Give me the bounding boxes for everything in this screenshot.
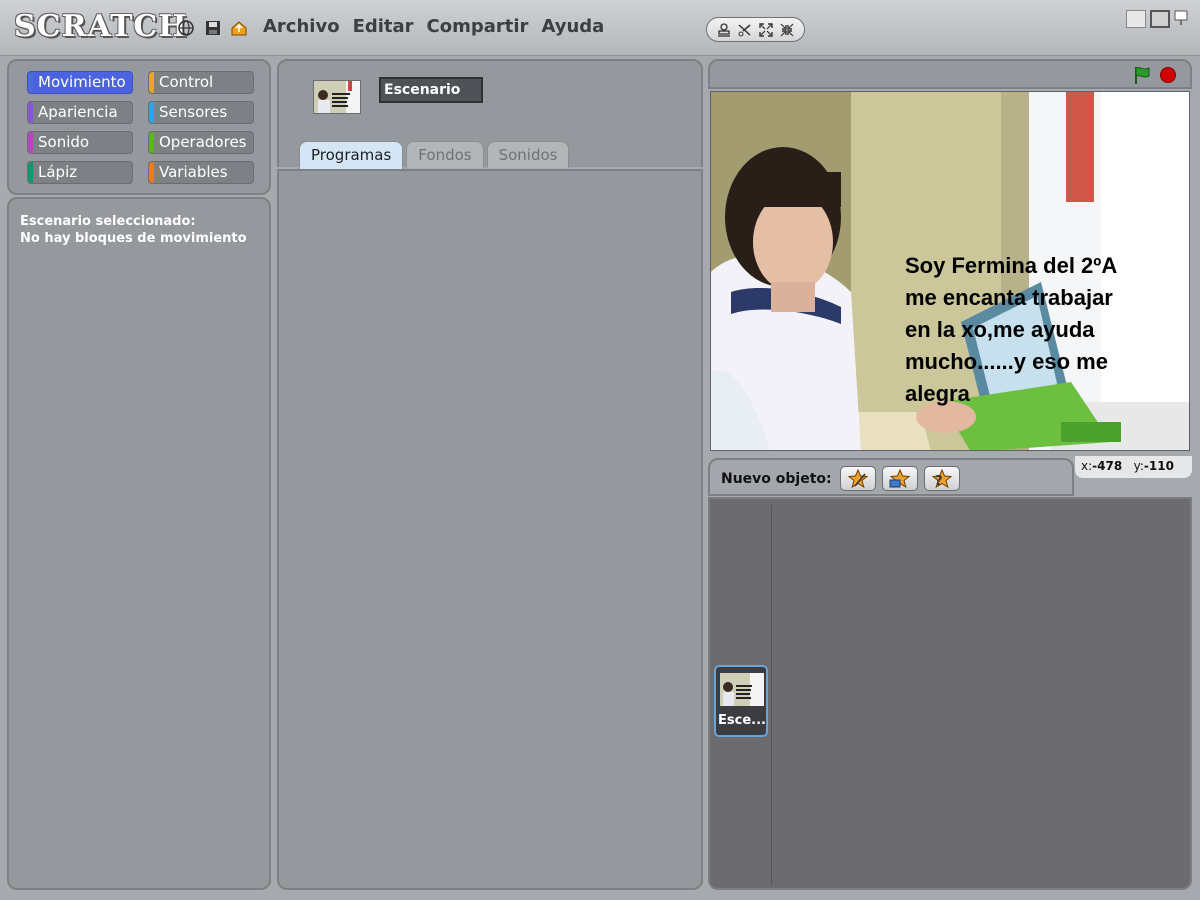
blocks-palette[interactable]: Escenario seleccionado: No hay bloques d… <box>7 197 271 890</box>
menu-archivo[interactable]: Archivo <box>263 16 340 37</box>
category-label: Operadores <box>159 133 247 151</box>
category-label: Movimiento <box>38 73 126 91</box>
category-label: Variables <box>159 163 228 181</box>
stage-column: Esce... <box>710 505 772 885</box>
menu-editar[interactable]: Editar <box>353 16 414 37</box>
save-icon[interactable] <box>204 19 222 37</box>
stage-text: Soy Fermina del 2ºA me encanta trabajar … <box>905 253 1118 406</box>
tab-programas[interactable]: Programas <box>299 141 404 169</box>
mouse-coordinates: x:-478 y:-110 <box>1075 456 1192 478</box>
random-sprite-icon[interactable]: ? <box>924 466 960 491</box>
sprite-name-field[interactable]: Escenario <box>379 77 483 103</box>
stop-icon[interactable] <box>1160 67 1176 83</box>
new-sprite-label: Nuevo objeto: <box>721 471 832 487</box>
category-color-bar <box>28 132 33 153</box>
normal-stage-icon[interactable] <box>1150 10 1170 28</box>
blocks-message-line2: No hay bloques de movimiento <box>20 231 247 246</box>
category-apariencia[interactable]: Apariencia <box>27 101 133 124</box>
scratch-logo: SCRATCH <box>14 9 188 44</box>
top-bar: SCRATCH Archivo Editar Compartir Ayuda <box>0 0 1200 56</box>
menu-bar: Archivo Editar Compartir Ayuda <box>263 16 604 37</box>
presentation-mode-icon[interactable] <box>1174 10 1188 28</box>
stage-tile-label: Esce... <box>718 713 766 728</box>
edit-tools <box>706 17 805 42</box>
category-label: Control <box>159 73 214 91</box>
category-color-bar <box>28 72 33 93</box>
category-color-bar <box>28 162 33 183</box>
tab-fondos[interactable]: Fondos <box>406 141 484 168</box>
category-color-bar <box>149 132 154 153</box>
category-sensores[interactable]: Sensores <box>148 101 254 124</box>
category-color-bar <box>28 102 33 123</box>
new-sprite-bar: Nuevo objeto: ? <box>708 458 1074 496</box>
stage-size-modes <box>1126 10 1188 28</box>
blocks-message-line1: Escenario seleccionado: <box>20 214 196 229</box>
x-value: -478 <box>1092 459 1123 473</box>
category-label: Sonido <box>38 133 90 151</box>
category-label: Sensores <box>159 103 228 121</box>
category-color-bar <box>149 162 154 183</box>
menu-compartir[interactable]: Compartir <box>427 16 529 37</box>
category-color-bar <box>149 72 154 93</box>
tab-sonidos[interactable]: Sonidos <box>486 141 570 168</box>
sprite-header: Escenario Programas Fondos Sonidos <box>277 59 703 169</box>
x-label: x: <box>1081 459 1093 473</box>
svg-text:?: ? <box>935 474 943 489</box>
green-flag-icon[interactable] <box>1132 65 1152 85</box>
y-value: -110 <box>1143 459 1174 473</box>
stage-thumbnail <box>313 80 361 114</box>
open-sprite-icon[interactable] <box>882 466 918 491</box>
stamp-icon[interactable] <box>715 21 733 39</box>
scripts-area[interactable] <box>277 169 703 890</box>
sprite-list: Esce... <box>708 497 1192 890</box>
category-sonido[interactable]: Sonido <box>27 131 133 154</box>
category-operadores[interactable]: Operadores <box>148 131 254 154</box>
category-label: Lápiz <box>38 163 78 181</box>
cut-icon[interactable] <box>736 21 754 39</box>
category-grid: Movimiento Control Apariencia Sensores S… <box>27 71 254 184</box>
share-icon[interactable] <box>230 19 248 37</box>
category-label: Apariencia <box>38 103 118 121</box>
category-movimiento[interactable]: Movimiento <box>27 71 133 94</box>
globe-icon[interactable] <box>177 19 195 37</box>
shrink-icon[interactable] <box>778 21 796 39</box>
category-lapiz[interactable]: Lápiz <box>27 161 133 184</box>
stage[interactable]: Soy Fermina del 2ºA me encanta trabajar … <box>710 91 1190 451</box>
category-control[interactable]: Control <box>148 71 254 94</box>
stage-header <box>708 59 1192 89</box>
stage-tile-thumbnail <box>720 673 764 706</box>
menu-ayuda[interactable]: Ayuda <box>541 16 604 37</box>
blocks-message: Escenario seleccionado: No hay bloques d… <box>20 213 247 247</box>
category-variables[interactable]: Variables <box>148 161 254 184</box>
y-label: y: <box>1133 459 1144 473</box>
sprite-tabs: Programas Fondos Sonidos <box>299 141 570 169</box>
small-stage-icon[interactable] <box>1126 10 1146 28</box>
category-color-bar <box>149 102 154 123</box>
grow-icon[interactable] <box>757 21 775 39</box>
category-palette: Movimiento Control Apariencia Sensores S… <box>7 59 271 195</box>
stage-tile[interactable]: Esce... <box>714 665 768 737</box>
paint-sprite-icon[interactable] <box>840 466 876 491</box>
